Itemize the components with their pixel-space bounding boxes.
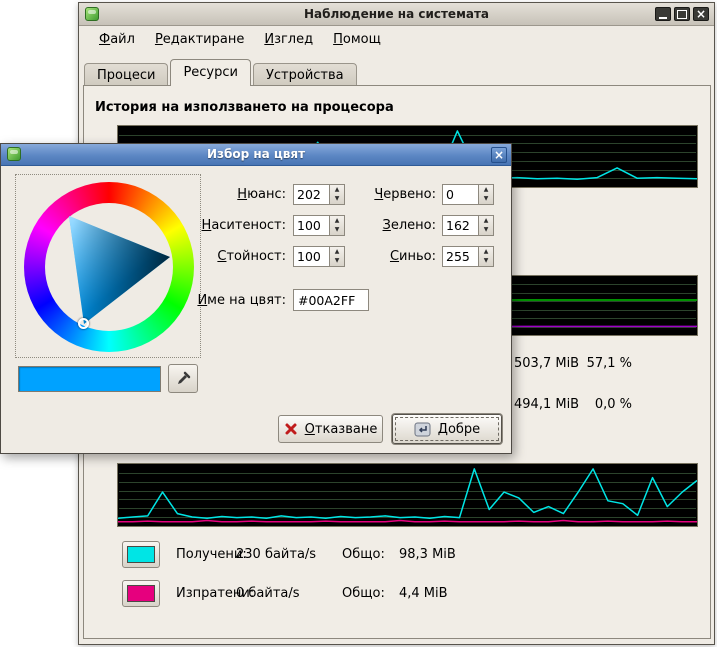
green-spinner-icon[interactable] [478,216,493,235]
value-input[interactable] [294,247,329,266]
hue-input[interactable] [294,185,329,204]
blue-input[interactable] [443,247,478,266]
desktop: Наблюдение на системата Файл Редактиране… [0,0,717,647]
red-label: Червено: [346,184,436,206]
hue-spinbox [293,184,345,205]
red-spinner-icon[interactable] [478,185,493,204]
blue-spinbox [442,246,494,267]
main-window-title: Наблюдение на системата [79,7,714,21]
menu-help[interactable]: Помощ [325,30,389,49]
network-history-graph [117,463,698,527]
red-input[interactable] [443,185,478,204]
blue-label: Синьо: [346,246,436,268]
hue-spinner-icon[interactable] [329,185,344,204]
cpu-section-title: История на използването на процесора [95,100,394,115]
tab-devices[interactable]: Устройства [253,63,357,86]
sent-total: 4,4 MiB [399,586,448,601]
menu-file[interactable]: Файл [91,30,143,49]
cancel-label: Отказване [305,422,378,437]
color-wheel[interactable] [15,174,201,358]
ok-icon [414,422,431,437]
received-total: 98,3 MiB [399,547,456,562]
value-label: Стойност: [184,246,286,268]
memory-usage-row: 503,7 MiB 57,1 % [514,356,644,372]
maximize-icon[interactable] [674,7,690,21]
green-spinbox [442,215,494,236]
selected-color-marker[interactable] [78,318,89,329]
main-window-titlebar[interactable]: Наблюдение на системата [79,3,714,26]
swap-percent: 0,0 % [584,397,632,412]
close-icon[interactable] [693,7,709,21]
swap-amount: 494,1 MiB [514,397,579,412]
color-picker-dialog: Избор на цвят Нюанс: Наситеност: Стойнос… [0,143,512,454]
dialog-titlebar[interactable]: Избор на цвят [1,144,511,166]
color-name-label: Име на цвят: [161,290,286,312]
sent-color-button[interactable] [122,580,160,607]
window-controls [655,7,709,21]
received-total-label: Общо: [342,547,385,562]
menu-edit[interactable]: Редактиране [147,30,252,49]
green-input[interactable] [443,216,478,235]
tab-bar: Процеси Ресурси Устройства [84,59,359,86]
tab-processes[interactable]: Процеси [84,63,168,86]
tab-resources[interactable]: Ресурси [170,59,251,86]
sent-total-label: Общо: [342,586,385,601]
memory-percent: 57,1 % [584,356,632,371]
eyedropper-button[interactable] [168,364,198,393]
received-color-swatch [127,546,155,563]
cancel-button[interactable]: Отказване [278,415,383,443]
cancel-icon [284,422,298,436]
red-spinbox [442,184,494,205]
network-sent-row: Изпратени: 0 байта/s Общо: 4,4 MiB [122,580,682,608]
received-rate: 230 байта/s [236,547,316,562]
ok-button[interactable]: Добре [392,414,502,444]
saturation-spinner-icon[interactable] [329,216,344,235]
network-received-row: Получени: 230 байта/s Общо: 98,3 MiB [122,541,682,569]
saturation-label: Наситеност: [184,215,286,237]
minimize-icon[interactable] [655,7,671,21]
dialog-close-icon[interactable] [491,147,507,163]
swap-usage-row: 494,1 MiB 0,0 % [514,397,644,413]
value-spinbox [293,246,345,267]
memory-amount: 503,7 MiB [514,356,579,371]
dialog-title: Избор на цвят [1,147,511,161]
green-label: Зелено: [346,215,436,237]
sent-rate: 0 байта/s [236,586,300,601]
eyedropper-icon [175,371,191,387]
value-spinner-icon[interactable] [329,247,344,266]
menu-view[interactable]: Изглед [256,30,321,49]
color-preview [18,366,161,392]
color-name-input[interactable] [293,289,369,311]
sent-color-swatch [127,585,155,602]
saturation-input[interactable] [294,216,329,235]
blue-spinner-icon[interactable] [478,247,493,266]
menu-bar: Файл Редактиране Изглед Помощ [79,27,714,52]
ok-label: Добре [438,422,480,437]
hue-label: Нюанс: [184,184,286,206]
received-color-button[interactable] [122,541,160,568]
saturation-spinbox [293,215,345,236]
